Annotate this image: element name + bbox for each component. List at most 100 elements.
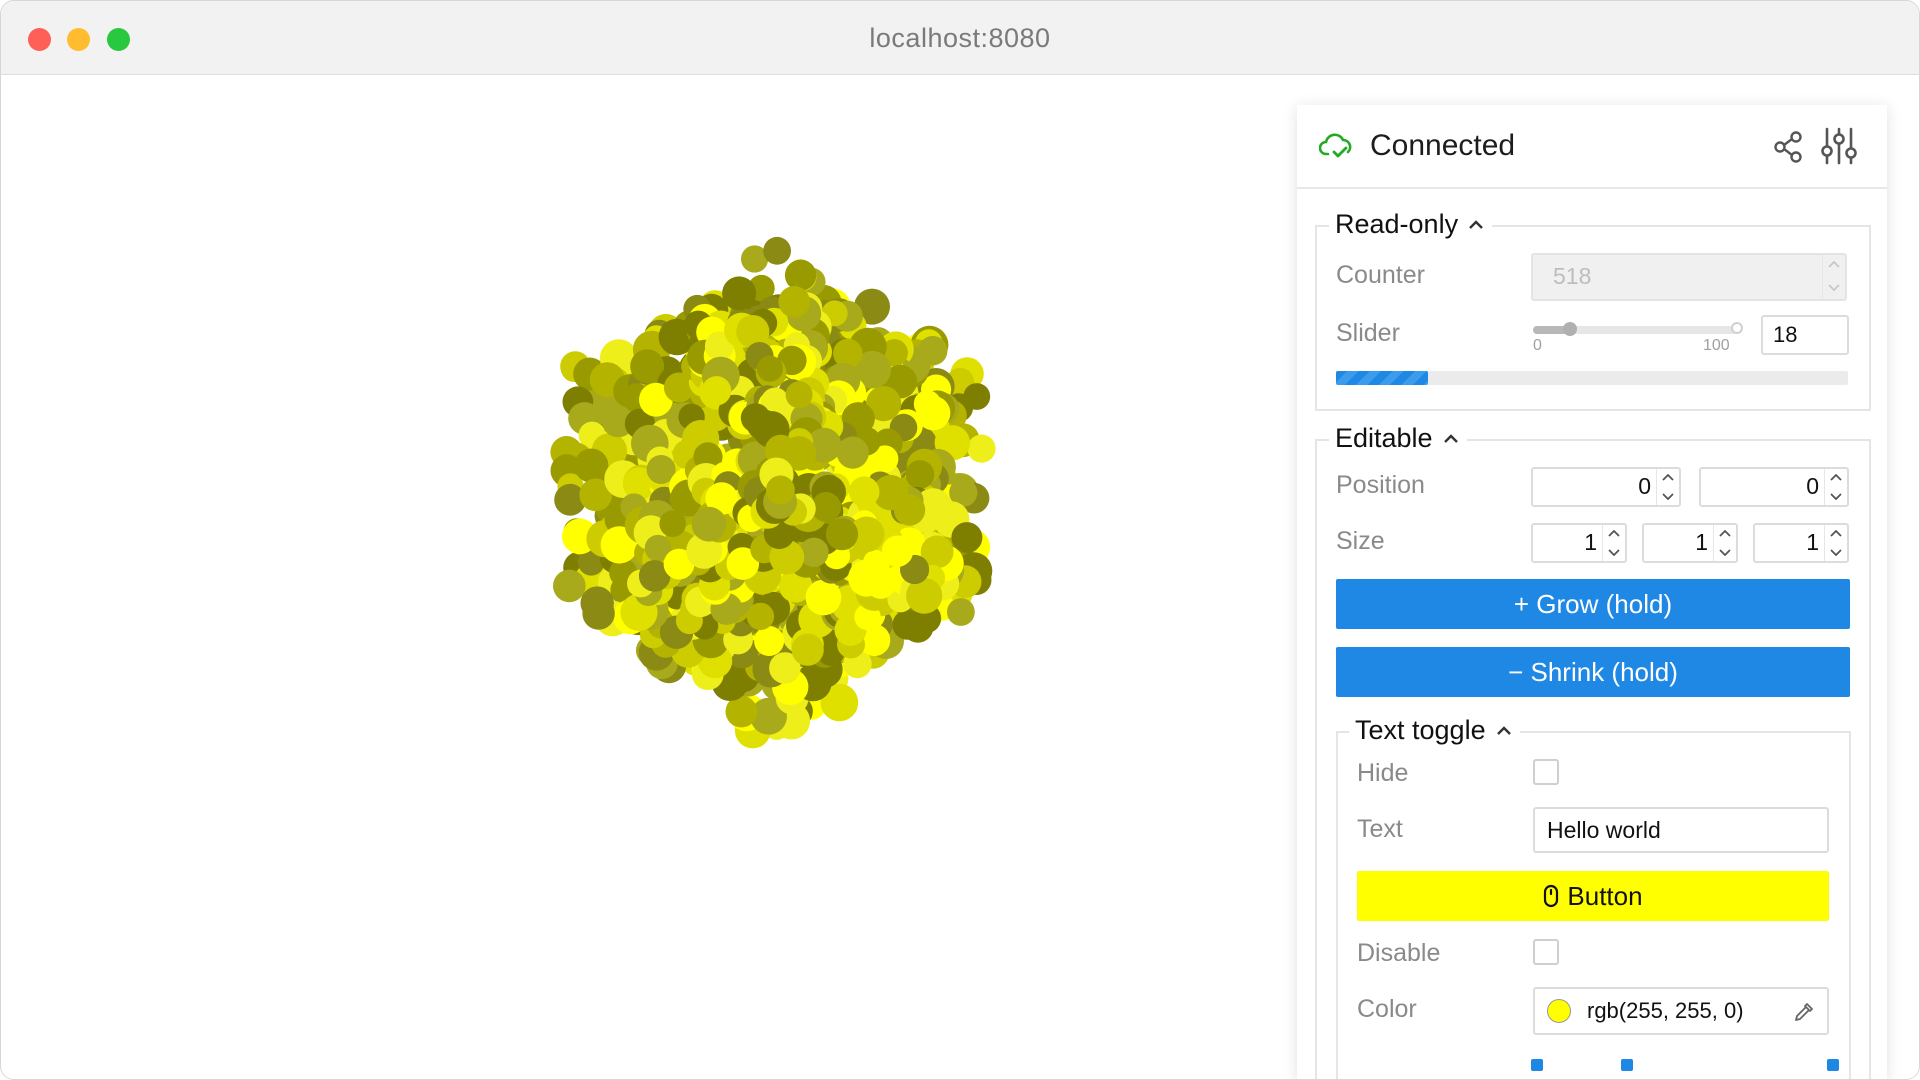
particle	[805, 579, 842, 616]
spin-up-icon[interactable]	[1830, 474, 1842, 482]
eyedropper-icon[interactable]	[1793, 1001, 1815, 1023]
position-x-spinner[interactable]	[1656, 469, 1679, 505]
spin-up-icon[interactable]	[1719, 530, 1731, 538]
partial-control-marker	[1621, 1059, 1633, 1071]
editable-title-label: Editable	[1335, 423, 1433, 453]
panel-header: Connected	[1297, 105, 1887, 189]
slider-max-label: 100	[1703, 337, 1730, 354]
particle	[659, 510, 686, 537]
particle	[722, 276, 757, 311]
size-z-input[interactable]: 1	[1753, 523, 1849, 563]
size-y-spinner[interactable]	[1713, 525, 1736, 561]
particle	[784, 259, 817, 291]
cloud-check-icon	[1319, 133, 1352, 158]
particle	[756, 355, 784, 382]
color-swatch[interactable]	[1547, 999, 1571, 1023]
text-input-value: Hello world	[1547, 817, 1661, 843]
counter-spinner	[1822, 255, 1845, 299]
particle	[967, 434, 996, 463]
partial-control-marker	[1827, 1059, 1839, 1071]
readonly-title-label: Read-only	[1335, 209, 1459, 239]
particle	[865, 569, 896, 599]
particle	[881, 535, 914, 567]
size-label: Size	[1336, 527, 1385, 555]
size-z-spinner[interactable]	[1824, 525, 1847, 561]
color-label: Color	[1357, 995, 1417, 1023]
size-x-spinner[interactable]	[1602, 525, 1625, 561]
share-icon[interactable]	[1773, 131, 1803, 163]
particle-cube-scene[interactable]	[1, 75, 1297, 1080]
slider-track	[1533, 322, 1743, 336]
spin-down-icon[interactable]	[1719, 548, 1731, 556]
chevron-up-icon	[1443, 433, 1458, 443]
readonly-group-title[interactable]: Read-only	[1329, 209, 1493, 240]
spin-down-icon[interactable]	[1830, 492, 1842, 500]
particle	[799, 537, 829, 567]
particle	[553, 569, 586, 603]
spin-up-icon	[1828, 261, 1840, 268]
particle	[951, 522, 983, 554]
slider-label: Slider	[1336, 319, 1400, 347]
spin-down-icon[interactable]	[1662, 492, 1674, 500]
position-label: Position	[1336, 471, 1425, 499]
size-z-value: 1	[1806, 529, 1819, 555]
slider-value-input[interactable]: 18	[1761, 315, 1849, 355]
browser-window: localhost:8080 Connected Read-only Count…	[0, 0, 1920, 1080]
toggle-button[interactable]: Button	[1357, 871, 1829, 921]
position-x-value: 0	[1638, 473, 1651, 499]
position-y-input[interactable]: 0	[1699, 467, 1849, 507]
particle	[947, 598, 975, 626]
particle	[574, 448, 609, 483]
text-toggle-group-title[interactable]: Text toggle	[1349, 715, 1520, 746]
particle	[763, 236, 791, 265]
control-panel: Connected Read-only Counter 518 Slider 0…	[1297, 105, 1887, 1079]
slider-value: 18	[1773, 322, 1798, 347]
position-y-value: 0	[1806, 473, 1819, 499]
spin-up-icon[interactable]	[1662, 474, 1674, 482]
progress-bar	[1336, 371, 1848, 385]
particle	[582, 597, 615, 630]
address-url: localhost:8080	[869, 23, 1051, 53]
position-y-spinner[interactable]	[1824, 469, 1847, 505]
counter-value: 518	[1553, 263, 1592, 289]
particle	[778, 286, 810, 318]
spin-down-icon[interactable]	[1608, 548, 1620, 556]
particle	[848, 476, 880, 508]
spin-down-icon	[1828, 284, 1840, 291]
shrink-button[interactable]: − Shrink (hold)	[1336, 647, 1850, 697]
counter-label: Counter	[1336, 261, 1425, 289]
sliders-icon[interactable]	[1821, 127, 1857, 165]
chevron-up-icon	[1469, 219, 1483, 229]
spin-up-icon[interactable]	[1608, 530, 1620, 538]
particle	[905, 460, 935, 489]
editable-group-title[interactable]: Editable	[1329, 423, 1467, 454]
particle	[691, 506, 727, 542]
mouse-icon	[1544, 884, 1559, 908]
position-x-input[interactable]: 0	[1531, 467, 1681, 507]
counter-input: 518	[1531, 253, 1847, 301]
spin-down-icon[interactable]	[1830, 548, 1842, 556]
slider-thumb[interactable]	[1562, 322, 1577, 336]
size-x-input[interactable]: 1	[1531, 523, 1627, 563]
color-input[interactable]: rgb(255, 255, 0)	[1533, 987, 1829, 1035]
particle	[766, 475, 795, 505]
size-y-value: 1	[1695, 529, 1708, 555]
text-input[interactable]: Hello world	[1533, 807, 1829, 853]
chevron-up-icon	[1496, 725, 1511, 735]
hide-checkbox[interactable]	[1533, 759, 1559, 785]
slider-min-label: 0	[1533, 337, 1542, 354]
hide-label: Hide	[1357, 759, 1409, 787]
text-toggle-title-label: Text toggle	[1355, 715, 1486, 745]
disable-label: Disable	[1357, 939, 1441, 967]
grow-button[interactable]: + Grow (hold)	[1336, 579, 1850, 629]
particle	[701, 376, 732, 406]
disable-checkbox[interactable]	[1533, 939, 1559, 965]
size-x-value: 1	[1584, 529, 1597, 555]
spin-up-icon[interactable]	[1830, 530, 1842, 538]
particle	[836, 436, 869, 469]
size-y-input[interactable]: 1	[1642, 523, 1738, 563]
slider-end-marker	[1731, 322, 1743, 334]
particle	[754, 626, 785, 656]
particle	[913, 390, 942, 418]
title-bar: localhost:8080	[1, 1, 1919, 75]
